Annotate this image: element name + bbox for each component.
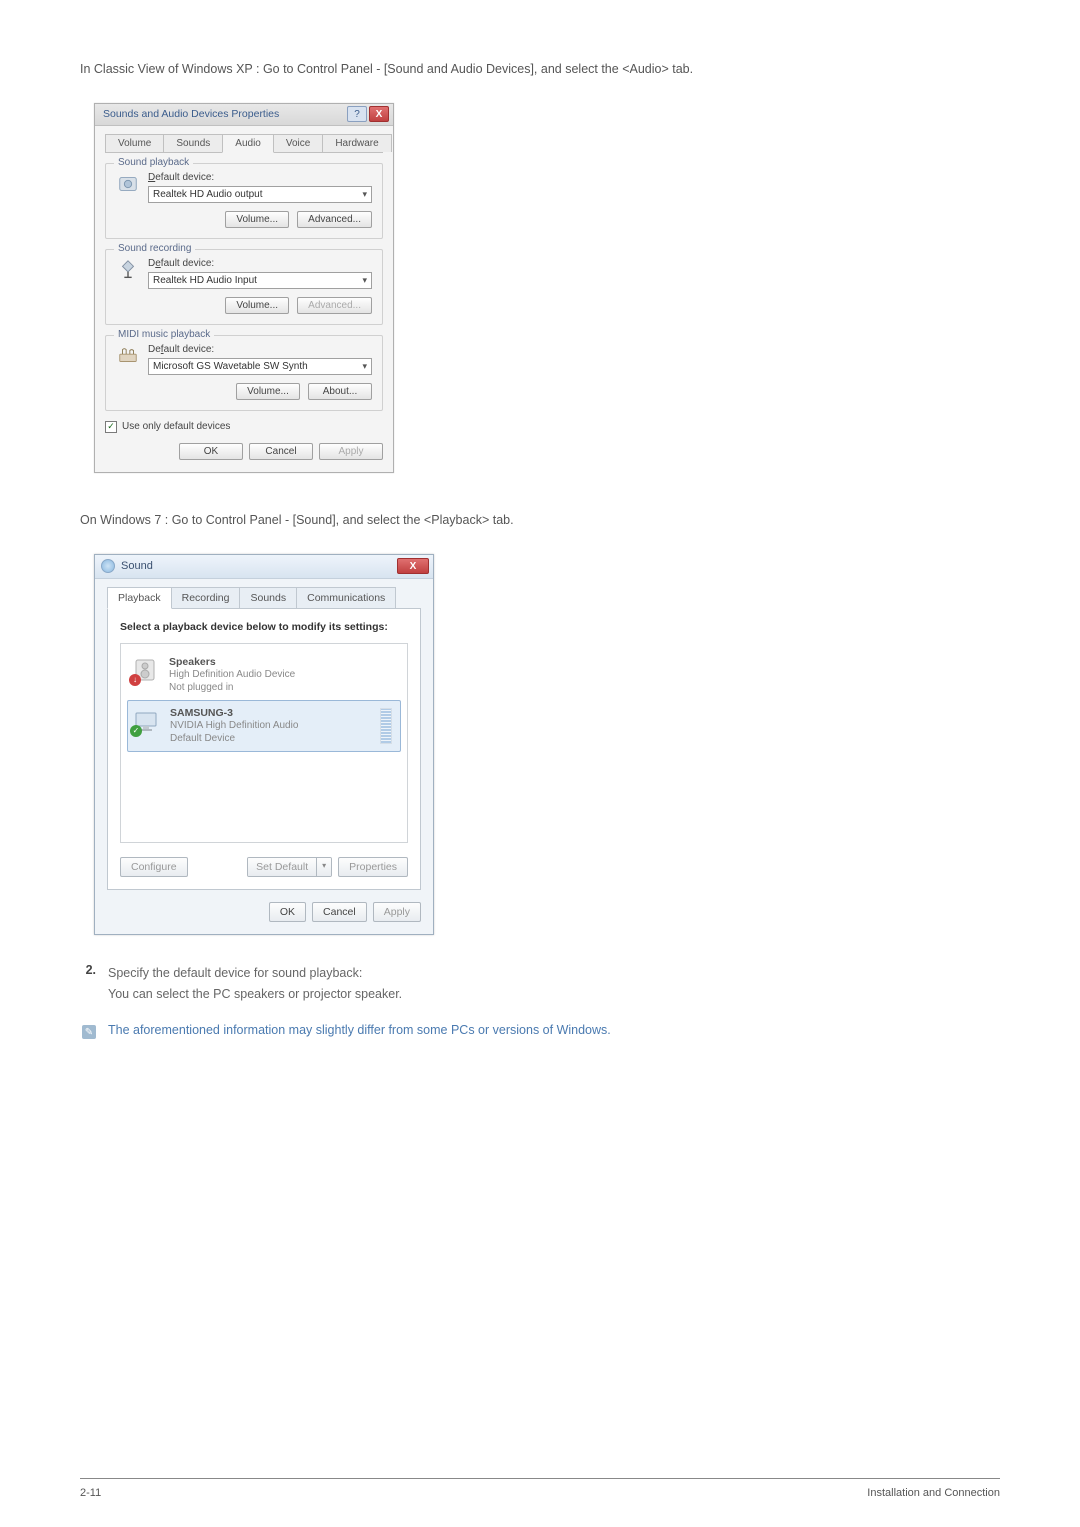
- unplugged-badge-icon: ↓: [129, 674, 141, 686]
- chevron-down-icon[interactable]: ▾: [317, 858, 331, 876]
- tab-recording[interactable]: Recording: [171, 587, 241, 608]
- close-button[interactable]: X: [397, 558, 429, 574]
- configure-button[interactable]: Configure: [120, 857, 188, 877]
- tab-sounds[interactable]: Sounds: [239, 587, 297, 608]
- page-footer: 2-11 Installation and Connection: [80, 1478, 1000, 1499]
- device-status: Default Device: [170, 732, 370, 745]
- tab-playback[interactable]: Playback: [107, 587, 172, 609]
- ok-button[interactable]: OK: [179, 443, 243, 460]
- checkbox-label: Use only default devices: [122, 421, 230, 432]
- device-name: SAMSUNG-3: [170, 707, 370, 719]
- tab-audio[interactable]: Audio: [222, 134, 274, 153]
- default-device-label: Default device:: [148, 172, 372, 183]
- note: ✎ The aforementioned information may sli…: [80, 1023, 1000, 1039]
- tab-sounds[interactable]: Sounds: [163, 134, 223, 152]
- volume-button[interactable]: Volume...: [225, 211, 289, 228]
- about-button[interactable]: About...: [308, 383, 372, 400]
- volume-level-meter: [380, 708, 392, 744]
- tab-hardware[interactable]: Hardware: [322, 134, 391, 152]
- apply-button: Apply: [319, 443, 383, 460]
- step-number: 2.: [80, 963, 96, 1006]
- group-title: Sound recording: [114, 243, 195, 254]
- instruction-text: Select a playback device below to modify…: [120, 621, 408, 633]
- tab-volume[interactable]: Volume: [105, 134, 164, 152]
- device-desc: NVIDIA High Definition Audio: [170, 719, 370, 732]
- midi-icon: [116, 344, 140, 368]
- midi-device-select[interactable]: Microsoft GS Wavetable SW Synth: [148, 358, 372, 375]
- group-title: Sound playback: [114, 157, 193, 168]
- w7-sound-dialog: Sound X Playback Recording Sounds Commun…: [94, 554, 434, 935]
- midi-device-value: Microsoft GS Wavetable SW Synth: [153, 361, 308, 372]
- intro-xp: In Classic View of Windows XP : Go to Co…: [80, 60, 1000, 79]
- device-status: Not plugged in: [169, 681, 397, 694]
- device-list: ↓ Speakers High Definition Audio Device …: [120, 643, 408, 843]
- advanced-button[interactable]: Advanced...: [297, 211, 372, 228]
- set-default-button[interactable]: Set Default ▾: [247, 857, 332, 877]
- default-device-label: Default device:: [148, 258, 372, 269]
- monitor-icon: ✓: [132, 707, 160, 735]
- microphone-icon: [116, 258, 140, 282]
- default-device-label: Default device:: [148, 344, 372, 355]
- help-button[interactable]: ?: [347, 106, 367, 122]
- sound-recording-group: Sound recording Default device: Realtek …: [105, 249, 383, 325]
- apply-button[interactable]: Apply: [373, 902, 421, 922]
- sound-playback-group: Sound playback Default device: Realtek H…: [105, 163, 383, 239]
- close-button[interactable]: X: [369, 106, 389, 122]
- w7-titlebar: Sound X: [95, 555, 433, 579]
- note-text: The aforementioned information may sligh…: [108, 1023, 611, 1037]
- use-default-checkbox[interactable]: ✓: [105, 421, 117, 433]
- xp-audio-dialog: Sounds and Audio Devices Properties ? X …: [94, 103, 394, 473]
- list-item[interactable]: ↓ Speakers High Definition Audio Device …: [127, 650, 401, 700]
- set-default-label: Set Default: [248, 858, 317, 876]
- volume-button[interactable]: Volume...: [225, 297, 289, 314]
- list-item[interactable]: ✓ SAMSUNG-3 NVIDIA High Definition Audio…: [127, 700, 401, 752]
- step-2: 2. Specify the default device for sound …: [80, 963, 1000, 1006]
- tab-communications[interactable]: Communications: [296, 587, 396, 608]
- xp-dialog-title: Sounds and Audio Devices Properties: [103, 108, 345, 120]
- speaker-icon: ↓: [131, 656, 159, 684]
- cancel-button[interactable]: Cancel: [312, 902, 367, 922]
- midi-playback-group: MIDI music playback Default device: Micr…: [105, 335, 383, 411]
- w7-tabs: Playback Recording Sounds Communications: [107, 587, 421, 609]
- volume-button[interactable]: Volume...: [236, 383, 300, 400]
- playback-device-select[interactable]: Realtek HD Audio output: [148, 186, 372, 203]
- step-line-2: You can select the PC speakers or projec…: [108, 984, 402, 1005]
- page-number: 2-11: [80, 1487, 101, 1499]
- xp-tabs: Volume Sounds Audio Voice Hardware: [105, 134, 383, 153]
- device-name: Speakers: [169, 656, 397, 668]
- advanced-button: Advanced...: [297, 297, 372, 314]
- device-desc: High Definition Audio Device: [169, 668, 397, 681]
- sound-icon: [101, 559, 115, 573]
- speaker-icon: [116, 172, 140, 196]
- recording-device-value: Realtek HD Audio Input: [153, 275, 257, 286]
- default-badge-icon: ✓: [130, 725, 142, 737]
- properties-button[interactable]: Properties: [338, 857, 408, 877]
- recording-device-select[interactable]: Realtek HD Audio Input: [148, 272, 372, 289]
- xp-titlebar: Sounds and Audio Devices Properties ? X: [95, 104, 393, 126]
- section-title: Installation and Connection: [867, 1487, 1000, 1499]
- group-title: MIDI music playback: [114, 329, 214, 340]
- tab-voice[interactable]: Voice: [273, 134, 323, 152]
- intro-w7: On Windows 7 : Go to Control Panel - [So…: [80, 511, 1000, 530]
- w7-dialog-title: Sound: [121, 560, 397, 572]
- step-line-1: Specify the default device for sound pla…: [108, 963, 402, 984]
- note-icon: ✎: [82, 1025, 96, 1039]
- cancel-button[interactable]: Cancel: [249, 443, 313, 460]
- playback-device-value: Realtek HD Audio output: [153, 189, 263, 200]
- ok-button[interactable]: OK: [269, 902, 306, 922]
